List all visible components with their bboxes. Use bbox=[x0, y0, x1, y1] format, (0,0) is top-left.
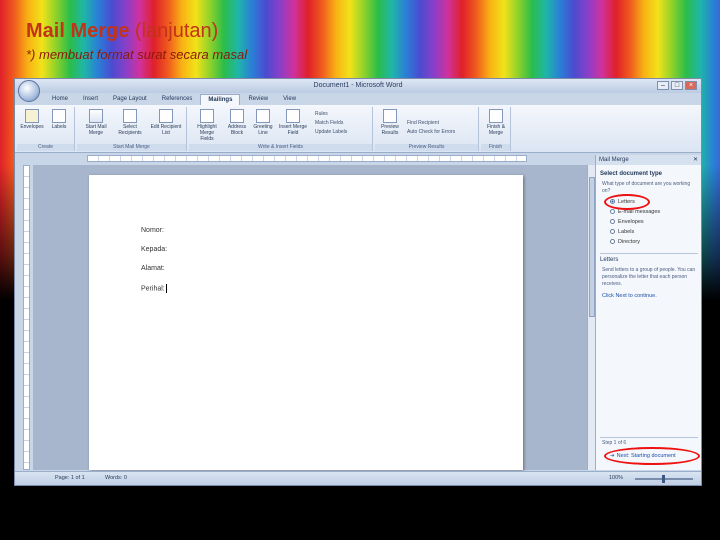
merge-field-icon bbox=[286, 109, 300, 123]
pane-divider bbox=[600, 253, 698, 254]
start-mail-merge-button[interactable]: Start Mail Merge bbox=[81, 109, 111, 136]
zoom-slider[interactable] bbox=[635, 475, 693, 483]
edit-list-icon bbox=[159, 109, 173, 123]
tab-mailings[interactable]: Mailings bbox=[200, 94, 241, 105]
title-bar: Document1 - Microsoft Word – □ × bbox=[15, 79, 701, 93]
tab-home[interactable]: Home bbox=[45, 94, 75, 105]
document-page[interactable]: Nomor: Kepada: Alamat: Perihal: bbox=[89, 175, 523, 470]
radio-icon bbox=[610, 219, 615, 225]
document-icon bbox=[89, 109, 103, 123]
highlight-icon bbox=[200, 109, 214, 123]
preview-results-button[interactable]: Preview Results bbox=[377, 109, 403, 136]
select-recipients-button[interactable]: Select Recipients bbox=[115, 109, 145, 136]
pane-close-icon[interactable]: ✕ bbox=[693, 155, 698, 165]
match-fields-button[interactable]: Match Fields bbox=[315, 120, 343, 127]
group-create: Envelopes Labels Create bbox=[17, 107, 75, 151]
document-area: Nomor: Kepada: Alamat: Perihal: bbox=[33, 165, 587, 470]
document-type-question: What type of document are you working on… bbox=[602, 181, 691, 194]
ribbon: Envelopes Labels Create Start Mail Merge… bbox=[15, 105, 701, 153]
tab-page-layout[interactable]: Page Layout bbox=[106, 94, 154, 105]
zoom-slider-handle[interactable] bbox=[662, 475, 665, 483]
tab-insert[interactable]: Insert bbox=[76, 94, 105, 105]
window-title: Document1 - Microsoft Word bbox=[313, 82, 403, 89]
slide-title-main: Mail Merge bbox=[26, 20, 130, 42]
step-label: Step 1 of 6 bbox=[602, 440, 627, 446]
radio-icon bbox=[610, 239, 615, 245]
field-nomor: Nomor: bbox=[141, 227, 164, 234]
slide-title: Mail Merge (lanjutan) bbox=[26, 20, 218, 43]
option-envelopes[interactable]: Envelopes bbox=[610, 219, 644, 226]
finish-merge-button[interactable]: Finish & Merge bbox=[483, 109, 509, 136]
find-recipient-button[interactable]: Find Recipient bbox=[407, 120, 439, 127]
section-select-document-type: Select document type bbox=[600, 171, 663, 177]
pane-title: Mail Merge bbox=[599, 157, 629, 163]
envelope-icon bbox=[25, 109, 39, 123]
tab-review[interactable]: Review bbox=[241, 94, 275, 105]
maximize-button[interactable]: □ bbox=[671, 81, 683, 90]
highlight-merge-fields-button[interactable]: Highlight Merge Fields bbox=[193, 109, 221, 142]
radio-icon bbox=[610, 209, 615, 215]
mail-merge-pane: Mail Merge ✕ Select document type What t… bbox=[595, 155, 701, 470]
recipients-icon bbox=[123, 109, 137, 123]
field-kepada: Kepada: bbox=[141, 246, 168, 253]
greeting-line-button[interactable]: Greeting Line bbox=[251, 109, 275, 136]
minimize-button[interactable]: – bbox=[657, 81, 669, 90]
section-letters: Letters bbox=[600, 257, 619, 263]
pane-header: Mail Merge ✕ bbox=[596, 155, 701, 165]
option-labels[interactable]: Labels bbox=[610, 229, 634, 236]
greeting-line-icon bbox=[256, 109, 270, 123]
highlight-ellipse-next bbox=[604, 447, 700, 465]
group-label-preview-results: Preview Results bbox=[375, 144, 478, 151]
pane-divider-bottom bbox=[600, 437, 698, 438]
group-label-create: Create bbox=[17, 144, 74, 151]
word-window: Document1 - Microsoft Word – □ × Home In… bbox=[14, 78, 702, 486]
field-alamat: Alamat: bbox=[141, 265, 165, 272]
radio-icon bbox=[610, 229, 615, 235]
preview-icon bbox=[383, 109, 397, 123]
continue-hint: Click Next to continue. bbox=[602, 293, 657, 299]
option-directory[interactable]: Directory bbox=[610, 239, 640, 246]
text-cursor bbox=[165, 284, 167, 293]
vertical-ruler[interactable] bbox=[23, 165, 30, 470]
tab-view[interactable]: View bbox=[276, 94, 303, 105]
address-block-icon bbox=[230, 109, 244, 123]
group-preview-results: Preview Results Find Recipient Auto Chec… bbox=[375, 107, 479, 151]
window-controls: – □ × bbox=[657, 81, 697, 90]
address-block-button[interactable]: Address Block bbox=[225, 109, 249, 136]
status-bar: Page: 1 of 1 Words: 0 100% bbox=[15, 471, 701, 485]
slide-subtitle: *) membuat format surat secara masal bbox=[26, 47, 248, 62]
envelopes-button[interactable]: Envelopes bbox=[20, 109, 44, 130]
option-email-messages[interactable]: E-mail messages bbox=[610, 209, 660, 216]
tab-references[interactable]: References bbox=[155, 94, 200, 105]
status-words[interactable]: Words: 0 bbox=[105, 475, 127, 481]
group-start-mail-merge: Start Mail Merge Select Recipients Edit … bbox=[77, 107, 187, 151]
edit-recipient-list-button[interactable]: Edit Recipient List bbox=[149, 109, 183, 136]
group-label-write-insert-fields: Write & Insert Fields bbox=[189, 144, 372, 151]
slide-title-suffix: (lanjutan) bbox=[134, 20, 219, 42]
group-finish: Finish & Merge Finish bbox=[481, 107, 511, 151]
ribbon-tabs: Home Insert Page Layout References Maili… bbox=[45, 94, 303, 105]
rules-button[interactable]: Rules bbox=[315, 111, 328, 118]
highlight-ellipse-letters bbox=[604, 194, 650, 210]
finish-merge-icon bbox=[489, 109, 503, 123]
labels-icon bbox=[52, 109, 66, 123]
status-page[interactable]: Page: 1 of 1 bbox=[55, 475, 85, 481]
update-labels-button[interactable]: Update Labels bbox=[315, 129, 347, 136]
labels-button[interactable]: Labels bbox=[47, 109, 71, 130]
group-write-insert-fields: Highlight Merge Fields Address Block Gre… bbox=[189, 107, 373, 151]
field-perihal-row: Perihal: bbox=[141, 284, 167, 293]
close-button[interactable]: × bbox=[685, 81, 697, 90]
group-label-start-mail-merge: Start Mail Merge bbox=[77, 144, 186, 151]
horizontal-ruler[interactable] bbox=[87, 155, 527, 162]
insert-merge-field-button[interactable]: Insert Merge Field bbox=[277, 109, 309, 136]
auto-check-errors-button[interactable]: Auto Check for Errors bbox=[407, 129, 455, 136]
letters-description: Send letters to a group of people. You c… bbox=[602, 267, 696, 287]
group-label-finish: Finish bbox=[481, 144, 510, 151]
zoom-level[interactable]: 100% bbox=[609, 475, 623, 481]
office-button-icon[interactable] bbox=[18, 80, 40, 102]
field-perihal: Perihal: bbox=[141, 285, 165, 293]
